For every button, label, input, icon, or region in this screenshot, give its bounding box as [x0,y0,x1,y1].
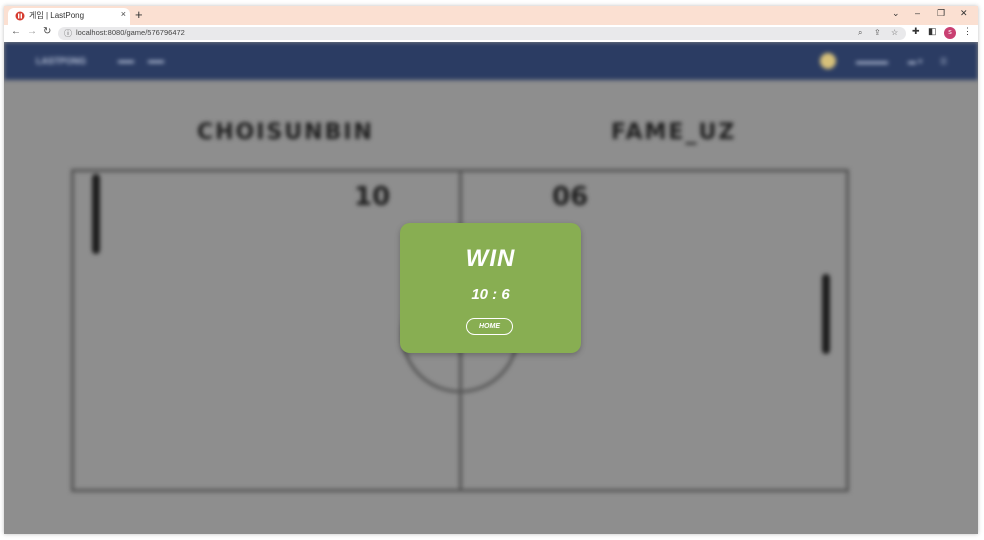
new-tab-button[interactable]: + [135,7,143,22]
extensions-puzzle-icon[interactable]: ✚ [912,26,920,37]
url-text: localhost:8080/game/576796472 [76,28,185,37]
tab-title: 게임 | LastPong [29,11,85,20]
minimize-button[interactable]: – [915,8,920,18]
right-paddle [822,274,830,354]
app-logo[interactable]: LASTPONG [36,56,86,66]
side-panel-icon[interactable]: ◧ [928,26,937,37]
nav-link-1[interactable]: ▬▬ [118,56,134,65]
left-player-name: CHOISUNBIN [197,120,374,145]
reload-button[interactable]: ↻ [43,26,51,37]
tab-search-chevron-icon[interactable]: ⌄ [892,8,900,19]
browser-menu-icon[interactable]: ⋮ [963,26,972,37]
share-icon[interactable]: ⇪ [874,28,881,37]
forward-button[interactable]: → [27,26,37,37]
back-button[interactable]: ← [11,26,21,37]
left-score: 10 [354,182,391,212]
browser-window: 게임 | LastPong × + ⌄ – ❐ ✕ ← → ↻ ⓘ localh… [4,6,978,534]
site-info-icon[interactable]: ⓘ [64,28,72,39]
browser-toolbar: ← → ↻ ⓘ localhost:8080/game/576796472 ⌕ … [4,25,978,42]
tab-strip: 게임 | LastPong × + ⌄ – ❐ ✕ [4,6,978,25]
user-avatar[interactable] [820,53,836,69]
profile-avatar[interactable]: s [944,27,956,39]
nav-username[interactable]: ▬▬▬▬ [856,57,888,66]
pong-favicon-icon [15,11,25,21]
restore-button[interactable]: ❐ [937,8,945,19]
nav-dropdown[interactable]: ▬ ▾ [908,57,922,66]
final-score: 10 : 6 [471,286,510,303]
right-score: 06 [552,182,589,212]
address-bar[interactable]: ⓘ localhost:8080/game/576796472 ⌕ ⇪ ☆ [58,27,906,40]
right-player-name: FAME_UZ [611,120,737,145]
app-navbar: LASTPONG ▬▬ ▬▬ ▬▬▬▬ ▬ ▾ ☰ [4,42,978,80]
home-button[interactable]: HOME [466,318,513,335]
nav-link-2[interactable]: ▬▬ [148,56,164,65]
page-content: LASTPONG ▬▬ ▬▬ ▬▬▬▬ ▬ ▾ ☰ CHOISUNBIN FAM… [4,42,978,534]
left-paddle [92,174,100,254]
bookmark-star-icon[interactable]: ☆ [891,28,898,37]
result-title: WIN [465,245,516,272]
close-window-button[interactable]: ✕ [960,8,968,19]
tab-close-icon[interactable]: × [121,9,126,19]
nav-menu-icon[interactable]: ☰ [940,57,947,66]
browser-tab[interactable]: 게임 | LastPong × [8,8,130,25]
game-result-modal: WIN 10 : 6 HOME [400,223,581,353]
zoom-icon[interactable]: ⌕ [858,28,862,38]
